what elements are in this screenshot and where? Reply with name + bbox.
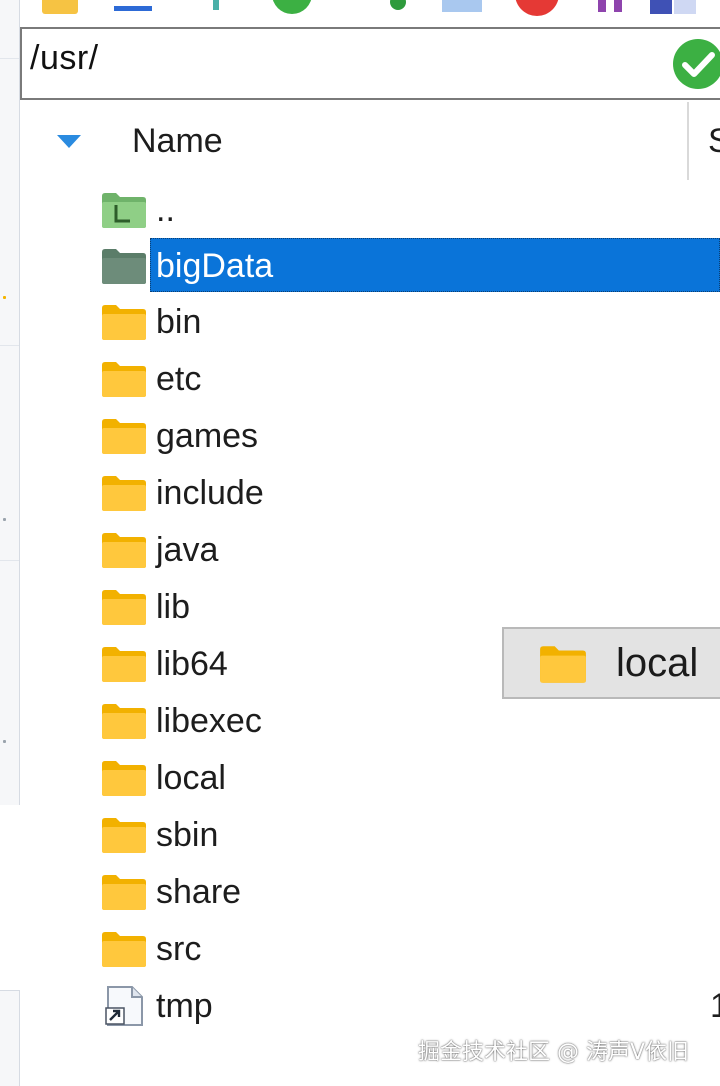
drag-preview-label: local — [616, 641, 699, 685]
folder-icon — [102, 704, 146, 739]
file-name: tmp — [156, 987, 213, 1025]
list-item[interactable]: games — [20, 408, 720, 464]
list-item[interactable]: sbin — [20, 807, 720, 863]
list-item[interactable]: libexec — [20, 693, 720, 749]
folder-icon — [102, 476, 146, 511]
path-input[interactable]: /usr/ — [30, 39, 99, 78]
list-item[interactable]: local — [20, 750, 720, 806]
list-item[interactable]: tmp 1 — [20, 978, 720, 1034]
parent-folder-icon — [102, 193, 146, 228]
list-item[interactable]: share — [20, 864, 720, 920]
file-name: local — [156, 759, 226, 797]
folder-icon — [102, 647, 146, 682]
red-circle-toolbar-icon[interactable] — [512, 0, 562, 16]
file-size: 1 — [710, 987, 720, 1025]
watermark: 掘金技术社区 @ 涛声V依旧 — [418, 1040, 690, 1065]
list-item[interactable]: etc — [20, 351, 720, 407]
list-item[interactable]: .. — [20, 182, 720, 238]
left-pane-divider — [0, 560, 19, 561]
folder-icon — [102, 533, 146, 568]
file-name: include — [156, 474, 264, 512]
file-name: bigData — [156, 247, 274, 285]
green-circle-toolbar-icon[interactable] — [270, 0, 314, 16]
file-name: games — [156, 417, 259, 455]
folder-icon — [102, 932, 146, 967]
column-name[interactable]: Name — [132, 122, 223, 161]
folder-icon — [102, 818, 146, 853]
column-separator[interactable] — [687, 102, 689, 180]
folder-icon — [102, 761, 146, 796]
folder-icon — [540, 646, 586, 683]
address-bar[interactable]: /usr/ — [20, 27, 720, 100]
file-name: share — [156, 873, 242, 911]
checkmark-icon[interactable] — [672, 38, 720, 90]
blue-toolbar-icon[interactable] — [648, 0, 698, 16]
file-name: etc — [156, 360, 202, 398]
left-pane — [0, 0, 20, 805]
list-item[interactable]: java — [20, 522, 720, 578]
folder-icon — [102, 590, 146, 625]
pin-toolbar-icon[interactable] — [206, 0, 226, 16]
file-name: libexec — [156, 702, 262, 740]
left-pane-marker — [3, 296, 6, 299]
file-name: src — [156, 930, 202, 968]
folder-toolbar-icon[interactable] — [40, 0, 80, 16]
list-item[interactable]: src — [20, 921, 720, 977]
list-item-selected[interactable]: bigData — [20, 238, 720, 294]
file-name: lib — [156, 588, 191, 626]
left-pane-marker — [3, 518, 6, 521]
sort-down-icon[interactable] — [56, 134, 82, 150]
symlink-icon — [105, 986, 143, 1026]
drag-preview: local — [502, 627, 720, 699]
file-name: java — [156, 531, 219, 569]
column-header: Name S — [20, 100, 720, 180]
left-pane-marker — [3, 740, 6, 743]
green-dot-toolbar-icon[interactable] — [388, 0, 408, 16]
left-pane-divider — [0, 58, 19, 59]
list-item[interactable]: bin — [20, 294, 720, 350]
folder-icon — [102, 249, 146, 284]
left-pane-divider — [0, 345, 19, 346]
toolbar — [20, 0, 720, 22]
left-pane-lower — [0, 990, 20, 1086]
purple-toolbar-icon[interactable] — [596, 0, 636, 16]
file-name: bin — [156, 303, 202, 341]
file-name: .. — [156, 191, 175, 229]
underline-toolbar-icon[interactable] — [112, 0, 154, 16]
folder-icon — [102, 875, 146, 910]
file-name: lib64 — [156, 645, 228, 683]
column-size[interactable]: S — [708, 122, 720, 161]
image-toolbar-icon[interactable] — [440, 0, 484, 16]
folder-icon — [102, 362, 146, 397]
list-item[interactable]: include — [20, 465, 720, 521]
folder-icon — [102, 419, 146, 454]
folder-icon — [102, 305, 146, 340]
file-name: sbin — [156, 816, 219, 854]
